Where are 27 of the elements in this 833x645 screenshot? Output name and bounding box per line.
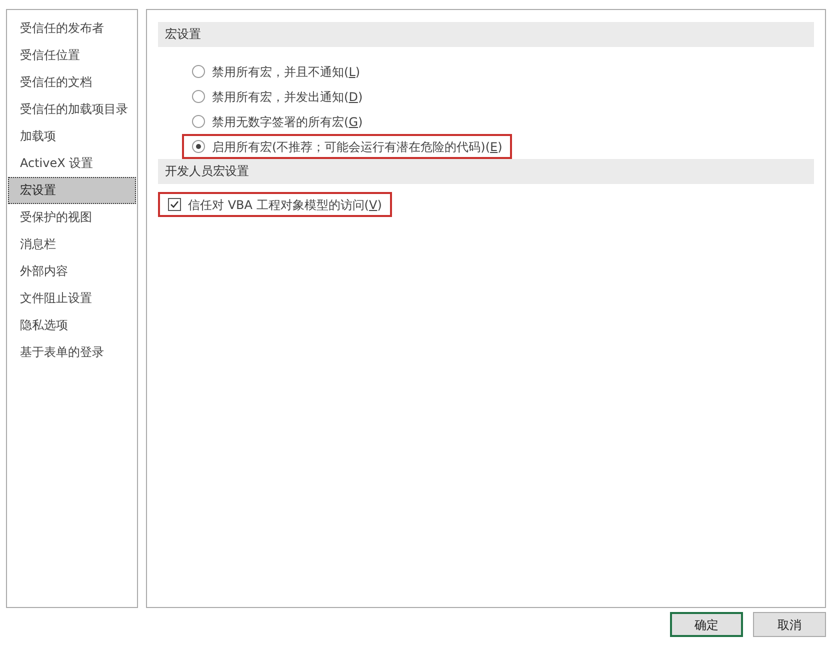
option-label[interactable]: 信任对 VBA 工程对象模型的访问(V) bbox=[188, 196, 382, 214]
ok-button[interactable]: 确定 bbox=[670, 612, 743, 637]
checkbox[interactable] bbox=[168, 198, 181, 211]
option-label[interactable]: 禁用所有宏，并发出通知(D) bbox=[212, 88, 363, 106]
sidebar-item[interactable]: 隐私选项 bbox=[8, 312, 136, 339]
sidebar-item[interactable]: 外部内容 bbox=[8, 258, 136, 285]
sidebar-item[interactable]: 受保护的视图 bbox=[8, 204, 136, 231]
sidebar-item[interactable]: 宏设置 bbox=[8, 177, 136, 204]
section-header: 开发人员宏设置 bbox=[158, 159, 814, 184]
radio-button[interactable] bbox=[192, 140, 205, 153]
option-label[interactable]: 启用所有宏(不推荐；可能会运行有潜在危险的代码)(E) bbox=[212, 138, 502, 156]
radio-button[interactable] bbox=[192, 90, 205, 103]
cancel-button[interactable]: 取消 bbox=[753, 612, 826, 637]
radio-button[interactable] bbox=[192, 65, 205, 78]
sidebar-item[interactable]: 消息栏 bbox=[8, 231, 136, 258]
sidebar-item[interactable]: 受信任的发布者 bbox=[8, 15, 136, 42]
section-header: 宏设置 bbox=[158, 22, 814, 47]
sidebar-item[interactable]: 基于表单的登录 bbox=[8, 339, 136, 366]
option-label[interactable]: 禁用无数字签署的所有宏(G) bbox=[212, 112, 363, 130]
sidebar-item[interactable]: 文件阻止设置 bbox=[8, 285, 136, 312]
sidebar-item[interactable]: 受信任位置 bbox=[8, 42, 136, 69]
sidebar-item[interactable]: 加载项 bbox=[8, 123, 136, 150]
sidebar-item[interactable]: ActiveX 设置 bbox=[8, 150, 136, 177]
sidebar-item[interactable]: 受信任的文档 bbox=[8, 69, 136, 96]
sidebar-item[interactable]: 受信任的加载项目录 bbox=[8, 96, 136, 123]
radio-button[interactable] bbox=[192, 115, 205, 128]
option-label[interactable]: 禁用所有宏，并且不通知(L) bbox=[212, 62, 360, 80]
